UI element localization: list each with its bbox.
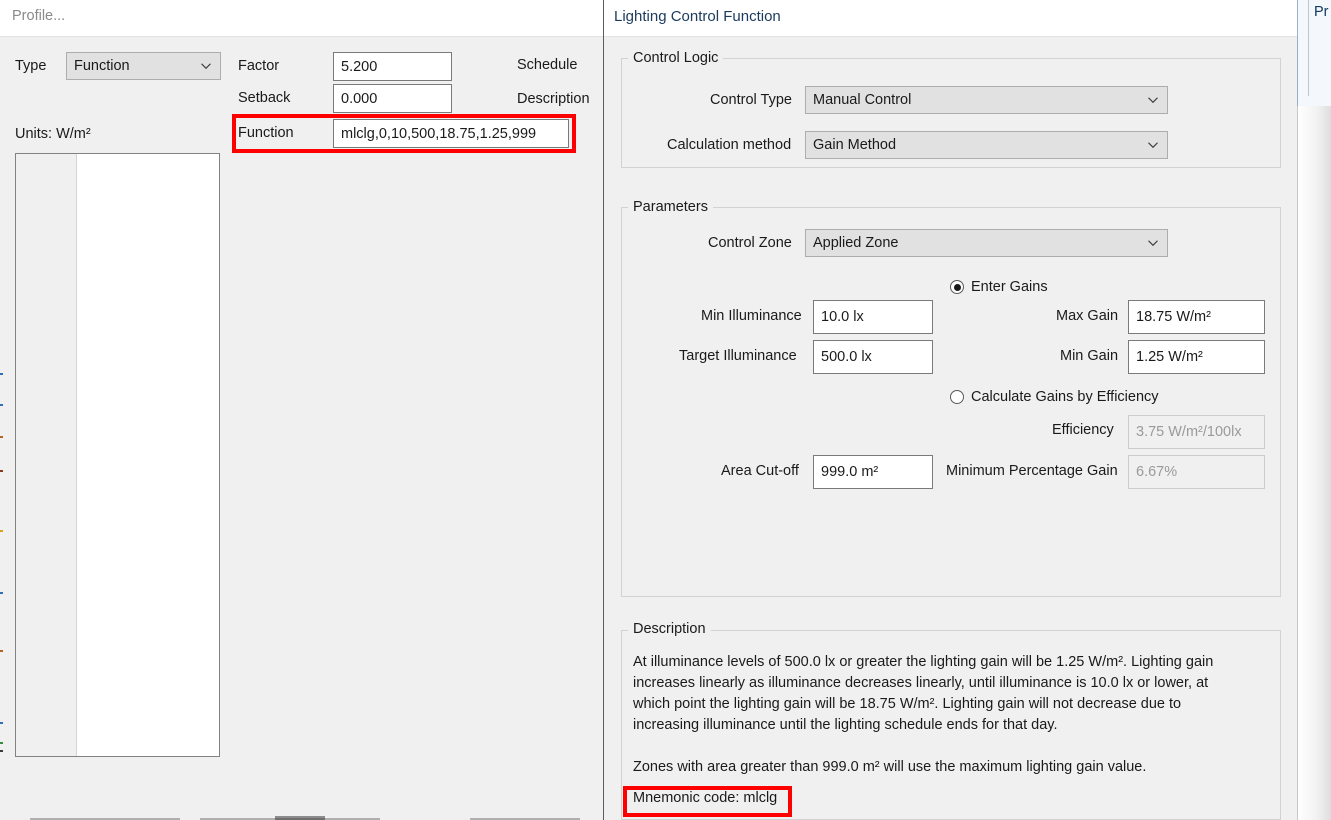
factor-label: Factor xyxy=(238,58,280,74)
edge-artifact xyxy=(0,722,3,724)
minimum-percentage-gain-input: 6.67% xyxy=(1128,455,1265,489)
bottom-artifact xyxy=(275,816,325,820)
units-label: Units: W/m² xyxy=(15,126,91,142)
enter-gains-radio[interactable]: Enter Gains xyxy=(950,279,1048,295)
setback-label: Setback xyxy=(238,90,291,106)
dialog-title: Lighting Control Function xyxy=(614,8,781,25)
setback-input[interactable]: 0.000 xyxy=(333,84,452,113)
right-partial-panel-label: Pr xyxy=(1314,4,1329,20)
right-partial-divider xyxy=(1308,0,1309,96)
area-cutoff-input[interactable]: 999.0 m² xyxy=(813,455,933,489)
minimum-percentage-gain-value: 6.67% xyxy=(1136,464,1178,480)
edge-artifact xyxy=(0,470,3,472)
radio-unselected-icon xyxy=(950,390,964,404)
factor-value: 5.200 xyxy=(341,58,378,75)
edge-artifact xyxy=(0,373,3,375)
control-logic-group-title: Control Logic xyxy=(628,50,724,66)
min-gain-input[interactable]: 1.25 W/m² xyxy=(1128,340,1265,374)
description-paragraph-1: At illuminance levels of 500.0 lx or gre… xyxy=(633,654,1214,733)
edge-artifact xyxy=(0,404,3,406)
calculate-gains-by-efficiency-radio-label: Calculate Gains by Efficiency xyxy=(971,389,1159,405)
control-zone-label: Control Zone xyxy=(708,235,792,251)
target-illuminance-value: 500.0 lx xyxy=(821,349,872,365)
profile-data-grid[interactable] xyxy=(15,153,220,757)
min-illuminance-input[interactable]: 10.0 lx xyxy=(813,300,933,334)
setback-value: 0.000 xyxy=(341,90,378,107)
type-dropdown-value: Function xyxy=(74,58,130,74)
type-dropdown[interactable]: Function xyxy=(66,52,221,80)
profile-panel-titlebar: Profile... xyxy=(0,0,603,37)
chevron-down-icon xyxy=(1147,139,1158,150)
edge-artifact xyxy=(0,592,3,594)
parameters-group-title: Parameters xyxy=(628,199,713,215)
profile-panel: Profile... Type Function Units: W/m² Fac… xyxy=(0,0,603,820)
function-value: mlclg,0,10,500,18.75,1.25,999 xyxy=(341,125,537,142)
chevron-down-icon xyxy=(1147,94,1158,105)
target-illuminance-label: Target Illuminance xyxy=(679,348,797,364)
right-partial-panel-body xyxy=(1297,106,1331,820)
edge-artifact xyxy=(0,750,3,752)
profile-grid-body[interactable] xyxy=(77,154,219,756)
edge-artifact xyxy=(0,530,3,532)
min-gain-label: Min Gain xyxy=(1060,348,1119,364)
edge-artifact xyxy=(0,650,3,652)
profile-panel-title: Profile... xyxy=(12,8,66,24)
chevron-down-icon xyxy=(1147,237,1158,248)
edge-artifact xyxy=(0,742,3,744)
right-partial-panel[interactable]: Pr xyxy=(1297,0,1331,107)
description-paragraph-2: Zones with area greater than 999.0 m² wi… xyxy=(633,759,1147,775)
calculation-method-label: Calculation method xyxy=(667,137,792,153)
chevron-down-icon xyxy=(200,60,211,71)
min-gain-value: 1.25 W/m² xyxy=(1136,349,1203,365)
description-text-block: At illuminance levels of 500.0 lx or gre… xyxy=(633,652,1218,778)
min-illuminance-label: Min Illuminance xyxy=(701,308,802,324)
function-label: Function xyxy=(238,125,294,141)
max-gain-label: Max Gain xyxy=(1056,308,1119,324)
calculate-gains-by-efficiency-radio[interactable]: Calculate Gains by Efficiency xyxy=(950,389,1159,405)
control-type-value: Manual Control xyxy=(813,92,912,108)
calculation-method-dropdown[interactable]: Gain Method xyxy=(805,131,1168,159)
factor-input[interactable]: 5.200 xyxy=(333,52,452,81)
type-label: Type xyxy=(15,58,47,74)
area-cutoff-value: 999.0 m² xyxy=(821,464,879,480)
profile-grid-row-headers xyxy=(16,154,77,756)
control-type-label: Control Type xyxy=(710,92,792,108)
schedule-label: Schedule xyxy=(517,57,578,73)
enter-gains-radio-label: Enter Gains xyxy=(971,279,1048,295)
efficiency-label: Efficiency xyxy=(1052,422,1114,438)
calculation-method-value: Gain Method xyxy=(813,137,897,153)
max-gain-input[interactable]: 18.75 W/m² xyxy=(1128,300,1265,334)
dialog-titlebar: Lighting Control Function xyxy=(604,0,1297,37)
efficiency-value: 3.75 W/m²/100lx xyxy=(1136,424,1242,440)
area-cutoff-label: Area Cut-off xyxy=(721,463,799,479)
control-type-dropdown[interactable]: Manual Control xyxy=(805,86,1168,114)
control-zone-dropdown[interactable]: Applied Zone xyxy=(805,229,1168,257)
description-label: Description xyxy=(517,91,590,107)
mnemonic-code-text: Mnemonic code: mlclg xyxy=(633,790,778,806)
edge-artifact xyxy=(0,436,3,438)
target-illuminance-input[interactable]: 500.0 lx xyxy=(813,340,933,374)
min-illuminance-value: 10.0 lx xyxy=(821,309,864,325)
function-input[interactable]: mlclg,0,10,500,18.75,1.25,999 xyxy=(333,119,569,148)
description-group-title: Description xyxy=(628,621,711,637)
max-gain-value: 18.75 W/m² xyxy=(1136,309,1211,325)
radio-selected-icon xyxy=(950,280,964,294)
control-zone-value: Applied Zone xyxy=(813,235,899,251)
minimum-percentage-gain-label: Minimum Percentage Gain xyxy=(946,463,1118,479)
efficiency-input: 3.75 W/m²/100lx xyxy=(1128,415,1265,449)
